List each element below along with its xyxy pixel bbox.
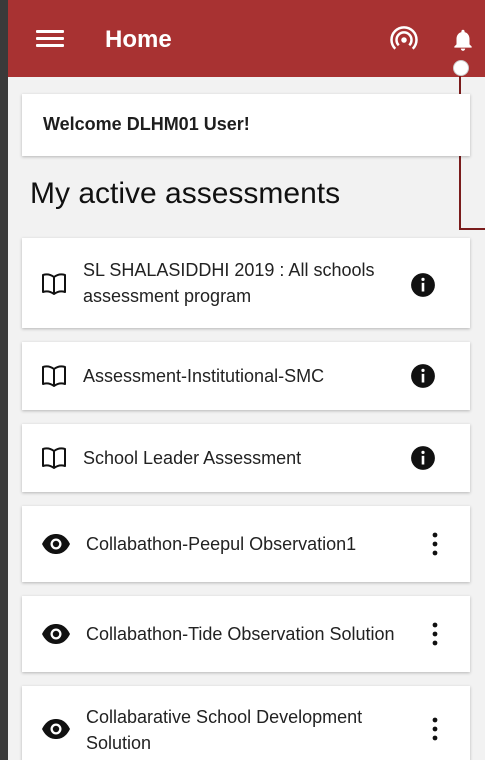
assessment-card[interactable]: School Leader Assessment [22, 424, 470, 492]
assessment-title: School Leader Assessment [83, 448, 302, 468]
book-icon [42, 447, 66, 469]
more-vert-icon[interactable] [431, 717, 439, 741]
observation-title-line: Collabarative School Development [86, 707, 363, 727]
info-icon[interactable] [410, 363, 436, 389]
assessment-title-line: SL SHALASIDDHI 2019 : All schools [83, 260, 375, 280]
assessment-title: Assessment-Institutional-SMC [83, 366, 325, 386]
observation-title: Collabathon-Tide Observation Solution [86, 624, 395, 644]
section-heading: My active assessments [30, 177, 341, 210]
info-icon[interactable] [410, 445, 436, 471]
eye-icon [42, 719, 70, 739]
info-icon[interactable] [410, 272, 436, 298]
broadcast-icon[interactable] [389, 25, 419, 55]
observation-card[interactable]: Collabathon-Peepul Observation1 [22, 506, 470, 582]
menu-icon[interactable] [36, 26, 64, 50]
book-icon [42, 273, 66, 295]
observation-card[interactable]: Collabarative School Development Solutio… [22, 686, 470, 760]
page-title: Home [105, 26, 172, 53]
assessment-card[interactable]: Assessment-Institutional-SMC [22, 342, 470, 410]
bell-icon[interactable] [450, 25, 476, 55]
top-app-bar: Home [8, 0, 485, 77]
observation-title-line: Solution [86, 733, 152, 753]
observation-title: Collabathon-Peepul Observation1 [86, 534, 357, 554]
more-vert-icon[interactable] [431, 622, 439, 646]
book-icon [42, 365, 66, 387]
welcome-card: Welcome DLHM01 User! [22, 94, 470, 156]
eye-icon [42, 624, 70, 644]
more-vert-icon[interactable] [431, 532, 439, 556]
assessment-title-line: assessment program [83, 286, 252, 306]
annotation-dot [453, 60, 469, 76]
observation-card[interactable]: Collabathon-Tide Observation Solution [22, 596, 470, 672]
assessment-card[interactable]: SL SHALASIDDHI 2019 : All schools assess… [22, 238, 470, 328]
welcome-text: Welcome DLHM01 User! [43, 114, 250, 134]
eye-icon [42, 534, 70, 554]
app-screen: Home Welcome DLHM01 User! My active asse… [8, 0, 485, 760]
